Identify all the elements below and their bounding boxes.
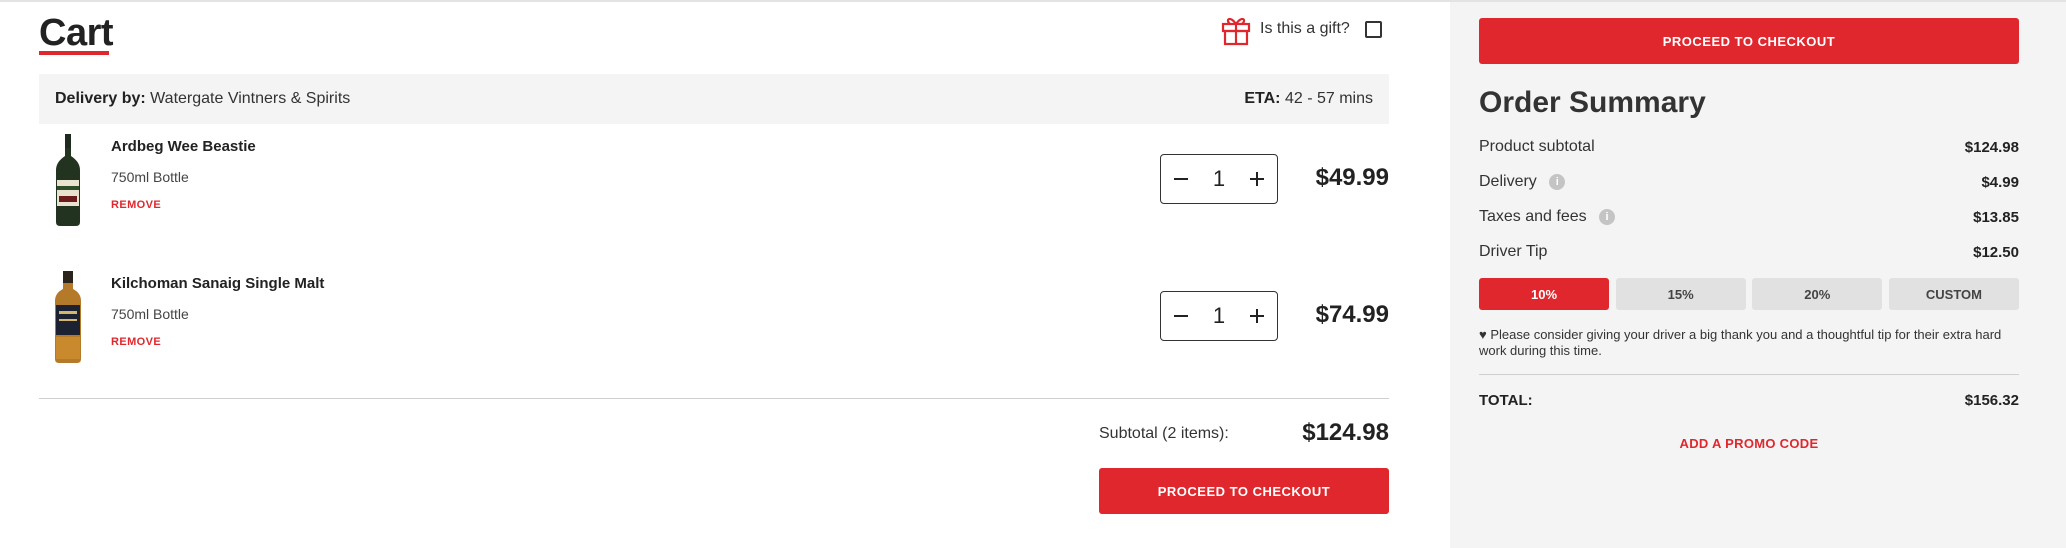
cart-section: Cart Is this a gift? Delivery by: Waterg… xyxy=(39,0,1389,548)
subtotal-value: $124.98 xyxy=(1302,419,1389,446)
taxes-row: Taxes and fees i $13.85 xyxy=(1479,208,2019,226)
delivery-label: Delivery by: xyxy=(55,90,146,107)
minus-icon[interactable] xyxy=(1171,306,1191,326)
driver-tip-value: $12.50 xyxy=(1973,243,2019,261)
tip-option-10[interactable]: 10% xyxy=(1479,278,1609,310)
delivery-store: Watergate Vintners & Spirits xyxy=(150,90,351,107)
cart-title: Cart xyxy=(39,12,114,54)
product-subtotal-label: Product subtotal xyxy=(1479,138,1595,155)
product-subtotal-value: $124.98 xyxy=(1964,138,2019,156)
total-row: TOTAL: $156.32 xyxy=(1479,392,2019,409)
quantity-value: 1 xyxy=(1212,166,1226,191)
total-value: $156.32 xyxy=(1964,392,2019,409)
gift-label: Is this a gift? xyxy=(1260,20,1350,37)
delivery-fee-label: Delivery xyxy=(1479,173,1537,190)
summary-divider xyxy=(1479,374,2019,375)
add-promo-code-link[interactable]: ADD A PROMO CODE xyxy=(1479,436,2019,451)
remove-button[interactable]: REMOVE xyxy=(111,336,161,348)
tip-options: 10% 15% 20% CUSTOM xyxy=(1479,278,2019,310)
gift-option: Is this a gift? xyxy=(1221,11,1382,47)
delivery-bar: Delivery by: Watergate Vintners & Spirit… xyxy=(39,74,1389,124)
proceed-to-checkout-button[interactable]: PROCEED TO CHECKOUT xyxy=(1479,18,2019,64)
item-name: Kilchoman Sanaig Single Malt xyxy=(111,275,325,292)
heart-icon: ♥ xyxy=(1479,327,1487,342)
cart-title-underline xyxy=(39,51,109,55)
eta-label: ETA: xyxy=(1244,90,1281,107)
item-price: $74.99 xyxy=(1315,301,1389,328)
bottle-image xyxy=(55,271,81,363)
plus-icon[interactable] xyxy=(1247,306,1267,326)
product-subtotal-row: Product subtotal $124.98 xyxy=(1479,138,2019,156)
minus-icon[interactable] xyxy=(1171,169,1191,189)
remove-button[interactable]: REMOVE xyxy=(111,199,161,211)
gift-checkbox[interactable] xyxy=(1364,20,1382,38)
cart-item: Kilchoman Sanaig Single Malt 750ml Bottl… xyxy=(39,263,1389,373)
cart-divider xyxy=(39,398,1389,399)
taxes-label: Taxes and fees xyxy=(1479,208,1587,225)
eta-info: ETA: 42 - 57 mins xyxy=(1244,90,1373,108)
tip-option-custom[interactable]: CUSTOM xyxy=(1888,278,2019,310)
tip-note-text: Please consider giving your driver a big… xyxy=(1479,327,2002,358)
delivery-fee-value: $4.99 xyxy=(1981,173,2019,191)
driver-tip-row: Driver Tip $12.50 xyxy=(1479,243,2019,261)
quantity-stepper: 1 xyxy=(1160,291,1278,341)
order-summary-title: Order Summary xyxy=(1479,86,1706,119)
subtotal-label: Subtotal (2 items): xyxy=(1099,425,1229,442)
item-size: 750ml Bottle xyxy=(111,169,189,185)
delivery-row: Delivery i $4.99 xyxy=(1479,173,2019,191)
order-summary-panel: PROCEED TO CHECKOUT Order Summary Produc… xyxy=(1450,2,2066,548)
info-icon[interactable]: i xyxy=(1599,208,1616,225)
item-name: Ardbeg Wee Beastie xyxy=(111,138,256,155)
gift-icon xyxy=(1221,17,1251,46)
bottle-image xyxy=(56,134,80,226)
quantity-stepper: 1 xyxy=(1160,154,1278,204)
info-icon[interactable]: i xyxy=(1549,173,1566,190)
tip-option-20[interactable]: 20% xyxy=(1752,278,1883,310)
quantity-value: 1 xyxy=(1212,303,1226,328)
tip-note: ♥ Please consider giving your driver a b… xyxy=(1479,327,2019,359)
item-size: 750ml Bottle xyxy=(111,306,189,322)
proceed-to-checkout-button[interactable]: PROCEED TO CHECKOUT xyxy=(1099,468,1389,514)
cart-item: Ardbeg Wee Beastie 750ml Bottle REMOVE 1… xyxy=(39,126,1389,236)
driver-tip-label: Driver Tip xyxy=(1479,243,1548,260)
item-price: $49.99 xyxy=(1315,164,1389,191)
taxes-value: $13.85 xyxy=(1973,208,2019,226)
delivery-info: Delivery by: Watergate Vintners & Spirit… xyxy=(55,90,350,108)
eta-value: 42 - 57 mins xyxy=(1284,90,1373,107)
tip-option-15[interactable]: 15% xyxy=(1615,278,1746,310)
plus-icon[interactable] xyxy=(1247,169,1267,189)
total-label: TOTAL: xyxy=(1479,392,1533,409)
